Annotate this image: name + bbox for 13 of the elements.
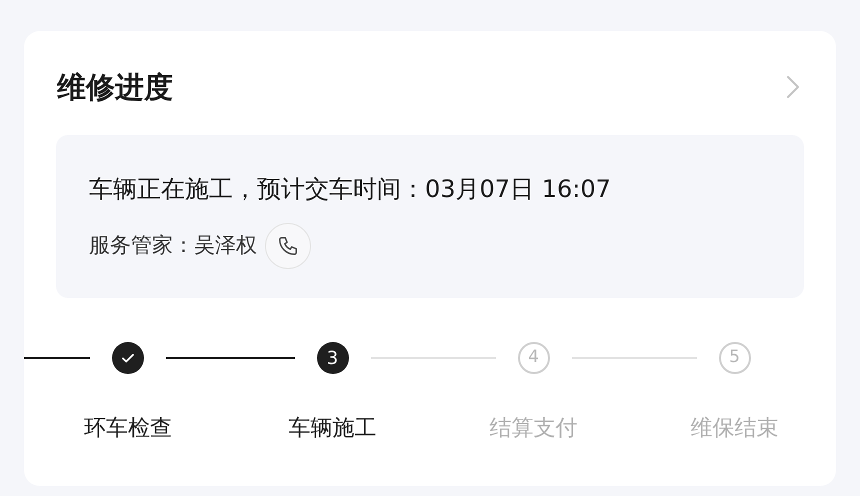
advisor-name: 吴泽权 bbox=[194, 232, 257, 260]
step-label: 环车检查 bbox=[84, 415, 172, 443]
status-message: 车辆正在施工，预计交车时间：03月07日 16:07 bbox=[89, 174, 612, 205]
phone-button[interactable] bbox=[265, 223, 311, 269]
phone-icon bbox=[277, 235, 299, 257]
step-number: 4 bbox=[518, 342, 550, 374]
step-label: 结算支付 bbox=[490, 415, 578, 443]
step-label: 维保结束 bbox=[690, 415, 778, 443]
step-number: 3 bbox=[316, 342, 348, 374]
card-title: 维修进度 bbox=[57, 69, 173, 106]
step-label: 车辆施工 bbox=[288, 415, 376, 443]
advisor-label: 服务管家： bbox=[89, 232, 194, 260]
step-number: 5 bbox=[718, 342, 750, 374]
